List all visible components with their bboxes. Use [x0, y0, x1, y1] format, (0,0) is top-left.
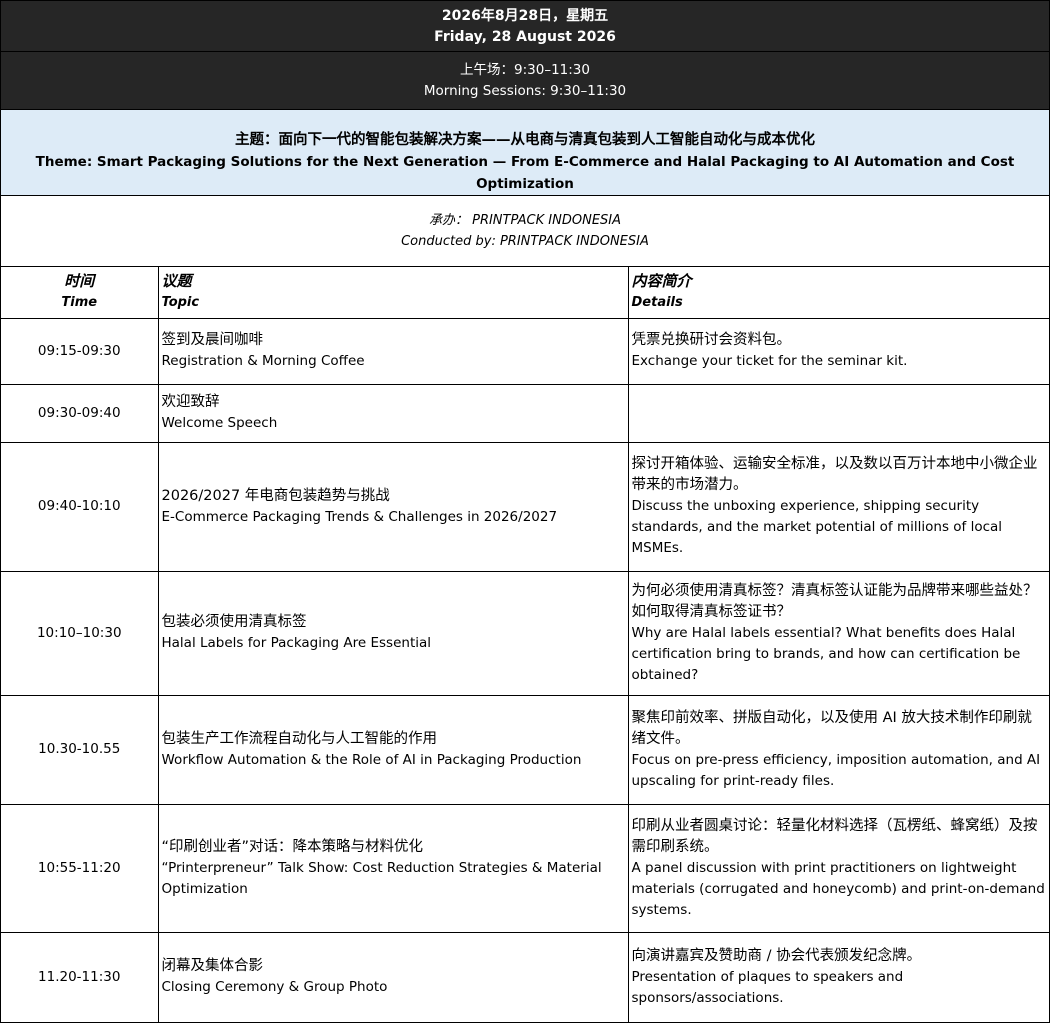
row-details: 探讨开箱体验、运输安全标准，以及数以百万计本地中小微企业带来的市场潜力。 Disc… — [628, 442, 1049, 572]
details-en: Discuss the unboxing experience, shippin… — [631, 498, 1003, 556]
organizer-zh: 承办： PRINTPACK INDONESIA — [428, 213, 622, 228]
topic-header-en: Topic — [161, 295, 200, 311]
table-row: 09:15-09:30 签到及晨间咖啡 Registration & Mornin… — [1, 318, 1049, 385]
row-details — [628, 384, 1049, 443]
organizer-band: 承办： PRINTPACK INDONESIA Conducted by: PR… — [1, 196, 1049, 267]
row-time: 10:10–10:30 — [1, 571, 159, 696]
time-header-zh: 时间 — [64, 272, 95, 291]
topic-en: E-Commerce Packaging Trends & Challenges… — [161, 508, 558, 525]
row-time: 09:40-10:10 — [1, 442, 159, 572]
agenda-sheet: 2026年8月28日，星期五 Friday, 28 August 2026 上午… — [0, 0, 1050, 1023]
date-zh: 2026年8月28日，星期五 — [441, 8, 609, 24]
row-details: 向演讲嘉宾及赞助商 / 协会代表颁发纪念牌。 Presentation of pl… — [628, 932, 1049, 1023]
table-row: 10:10–10:30 包装必须使用清真标签 Halal Labels for P… — [1, 571, 1049, 696]
topic-en: Workflow Automation & the Role of AI in … — [161, 751, 582, 768]
theme-zh: 主题：面向下一代的智能包装解决方案——从电商与清真包装到人工智能自动化与成本优化 — [235, 132, 815, 148]
agenda-table: 时间 Time 议题 Topic 内容简介 Details 09:15-09:3… — [1, 267, 1049, 1023]
row-topic: 包装生产工作流程自动化与人工智能的作用 Workflow Automation &… — [158, 695, 629, 805]
topic-en: Registration & Morning Coffee — [161, 353, 365, 369]
session-en: Morning Sessions: 9:30–11:30 — [423, 83, 627, 99]
details-zh: 向演讲嘉宾及赞助商 / 协会代表颁发纪念牌。 — [631, 947, 922, 964]
table-row: 10:55-11:20 “印刷创业者”对话：降本策略与材料优化 “Printerp… — [1, 804, 1049, 933]
table-row: 09:40-10:10 2026/2027 年电商包装趋势与挑战 E-Commer… — [1, 442, 1049, 572]
topic-zh: 闭幕及集体合影 — [161, 958, 264, 974]
theme-en: Theme: Smart Packaging Solutions for the… — [35, 154, 1015, 192]
topic-zh: “印刷创业者”对话：降本策略与材料优化 — [161, 838, 424, 855]
details-zh: 探讨开箱体验、运输安全标准，以及数以百万计本地中小微企业带来的市场潜力。 — [631, 456, 1038, 493]
table-row: 11.20-11:30 闭幕及集体合影 Closing Ceremony & Gr… — [1, 932, 1049, 1023]
row-time: 09:30-09:40 — [1, 384, 159, 443]
row-time: 09:15-09:30 — [1, 318, 159, 385]
row-details: 印刷从业者圆桌讨论：轻量化材料选择（瓦楞纸、蜂窝纸）及按需印刷系统。 A pane… — [628, 804, 1049, 933]
topic-en: “Printerpreneur” Talk Show: Cost Reducti… — [161, 859, 602, 897]
row-topic: 包装必须使用清真标签 Halal Labels for Packaging Are… — [158, 571, 629, 696]
row-topic: 闭幕及集体合影 Closing Ceremony & Group Photo — [158, 932, 629, 1023]
row-topic: 欢迎致辞 Welcome Speech — [158, 384, 629, 443]
topic-en: Halal Labels for Packaging Are Essential — [161, 635, 432, 651]
details-zh: 凭票兑换研讨会资料包。 — [631, 332, 792, 348]
row-topic: 2026/2027 年电商包装趋势与挑战 E-Commerce Packaging… — [158, 442, 629, 572]
table-row: 10.30-10.55 包装生产工作流程自动化与人工智能的作用 Workflow … — [1, 695, 1049, 805]
session-zh: 上午场：9:30–11:30 — [460, 62, 590, 78]
row-topic: 签到及晨间咖啡 Registration & Morning Coffee — [158, 318, 629, 385]
row-details: 凭票兑换研讨会资料包。 Exchange your ticket for the … — [628, 318, 1049, 385]
details-en: Focus on pre-press efficiency, impositio… — [631, 751, 1041, 789]
details-zh: 为何必须使用清真标签？清真标签认证能为品牌带来哪些益处？如何取得清真标签证书？ — [631, 582, 1038, 620]
organizer-en: Conducted by: PRINTPACK INDONESIA — [401, 234, 649, 249]
details-header: 内容简介 Details — [628, 267, 1049, 319]
details-header-zh: 内容简介 — [631, 272, 692, 291]
topic-header-zh: 议题 — [161, 272, 192, 291]
details-zh: 聚焦印前效率、拼版自动化，以及使用 AI 放大技术制作印刷就绪文件。 — [631, 709, 1032, 747]
date-band: 2026年8月28日，星期五 Friday, 28 August 2026 — [1, 1, 1049, 52]
session-band: 上午场：9:30–11:30 Morning Sessions: 9:30–11… — [1, 52, 1049, 110]
row-details: 聚焦印前效率、拼版自动化，以及使用 AI 放大技术制作印刷就绪文件。 Focus … — [628, 695, 1049, 805]
row-time: 10:55-11:20 — [1, 804, 159, 933]
topic-zh: 签到及晨间咖啡 — [161, 332, 264, 348]
topic-en: Welcome Speech — [161, 415, 278, 431]
table-header-row: 时间 Time 议题 Topic 内容简介 Details — [1, 267, 1049, 319]
topic-zh: 欢迎致辞 — [161, 394, 220, 410]
details-zh: 印刷从业者圆桌讨论：轻量化材料选择（瓦楞纸、蜂窝纸）及按需印刷系统。 — [631, 817, 1038, 855]
row-topic: “印刷创业者”对话：降本策略与材料优化 “Printerpreneur” Talk… — [158, 804, 629, 933]
table-row: 09:30-09:40 欢迎致辞 Welcome Speech — [1, 384, 1049, 443]
details-en: Why are Halal labels essential? What ben… — [631, 624, 1021, 683]
topic-zh: 包装生产工作流程自动化与人工智能的作用 — [161, 730, 438, 747]
time-header-en: Time — [61, 295, 98, 311]
details-en: Exchange your ticket for the seminar kit… — [631, 353, 908, 369]
topic-zh: 2026/2027 年电商包装趋势与挑战 — [161, 487, 390, 504]
details-en: A panel discussion with print practition… — [631, 859, 1045, 918]
details-header-en: Details — [631, 295, 683, 311]
time-header: 时间 Time — [1, 267, 159, 319]
row-time: 10.30-10.55 — [1, 695, 159, 805]
date-en: Friday, 28 August 2026 — [434, 29, 616, 45]
theme-band: 主题：面向下一代的智能包装解决方案——从电商与清真包装到人工智能自动化与成本优化… — [1, 110, 1049, 196]
topic-zh: 包装必须使用清真标签 — [161, 614, 307, 630]
row-time: 11.20-11:30 — [1, 932, 159, 1023]
row-details: 为何必须使用清真标签？清真标签认证能为品牌带来哪些益处？如何取得清真标签证书？ W… — [628, 571, 1049, 696]
topic-en: Closing Ceremony & Group Photo — [161, 979, 388, 995]
details-en: Presentation of plaques to speakers and … — [631, 968, 904, 1006]
topic-header: 议题 Topic — [158, 267, 629, 319]
